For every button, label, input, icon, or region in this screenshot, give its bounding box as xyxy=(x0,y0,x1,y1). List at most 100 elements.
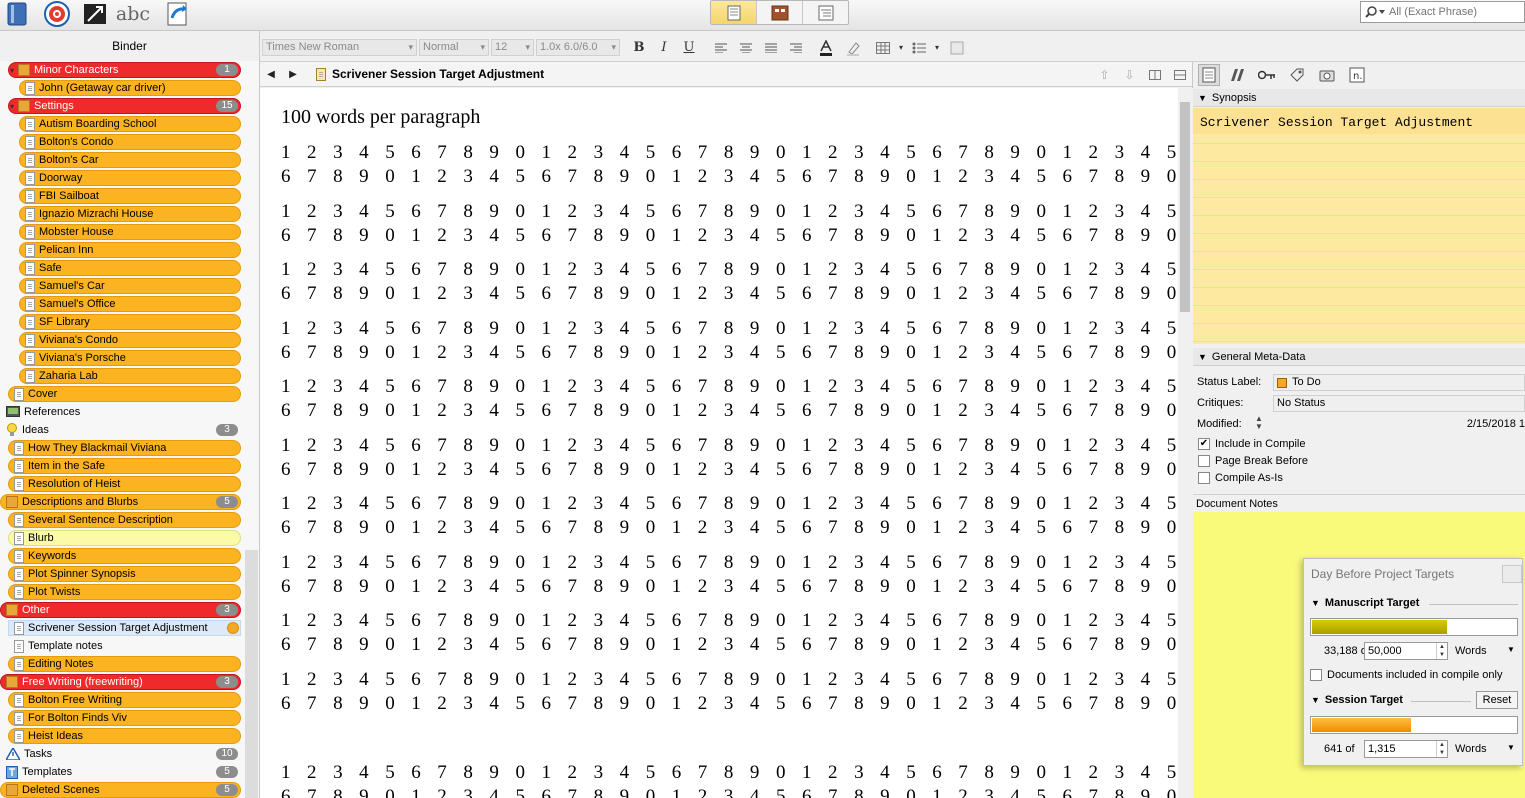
list-icon[interactable] xyxy=(910,39,928,56)
align-right-icon[interactable] xyxy=(787,39,805,56)
binder-item[interactable]: John (Getaway car driver) xyxy=(19,79,241,97)
binder-item[interactable]: Heist Ideas xyxy=(8,727,241,745)
search-field[interactable] xyxy=(1360,1,1525,23)
comment-icon[interactable] xyxy=(948,39,966,56)
compose-mode-icon[interactable] xyxy=(80,0,110,28)
checkbox-box[interactable] xyxy=(1198,455,1210,467)
search-input[interactable] xyxy=(1389,6,1514,18)
table-icon[interactable] xyxy=(874,39,892,56)
keywords-tab-icon[interactable] xyxy=(1256,64,1278,86)
scrivenings-view-button[interactable] xyxy=(711,1,757,24)
compile-only-checkbox[interactable]: Documents included in compile only xyxy=(1310,669,1502,681)
comments-tab-icon[interactable]: n. xyxy=(1346,64,1368,86)
manuscript-target-header[interactable]: ▼ Manuscript Target xyxy=(1311,597,1419,609)
binder-item[interactable]: Blurb xyxy=(8,529,241,547)
binder-item[interactable]: Plot Twists xyxy=(8,583,241,601)
session-goal-input[interactable]: 1,315 ▲ ▼ xyxy=(1364,740,1448,758)
binder-item[interactable]: Viviana's Porsche xyxy=(19,349,241,367)
collapse-triangle-icon[interactable]: ▼ xyxy=(1198,352,1207,362)
checkbox-box[interactable]: ✔ xyxy=(1198,438,1210,450)
checkbox-box[interactable] xyxy=(1310,669,1322,681)
chevron-down-icon[interactable]: ▼ xyxy=(1507,645,1515,654)
binder-item[interactable]: Item in the Safe xyxy=(8,457,241,475)
text-color-icon[interactable] xyxy=(817,39,835,56)
tag-tab-icon[interactable] xyxy=(1286,64,1308,86)
binder-item[interactable]: Keywords xyxy=(8,547,241,565)
collapse-triangle-icon[interactable]: ▼ xyxy=(1311,598,1320,608)
binder-item[interactable]: Descriptions and Blurbs 5 xyxy=(0,493,241,511)
split-vertical-icon[interactable] xyxy=(1142,69,1167,80)
binder-item[interactable]: Cover xyxy=(8,385,241,403)
split-horizontal-icon[interactable] xyxy=(1167,69,1192,80)
disclosure-triangle-icon[interactable]: ▾ xyxy=(8,66,16,75)
export-icon[interactable] xyxy=(160,0,194,28)
move-up-icon[interactable]: ⇧ xyxy=(1092,68,1117,82)
binder-scrollbar[interactable] xyxy=(245,550,258,798)
binder-item[interactable]: Bolton's Car xyxy=(19,151,241,169)
binder-item[interactable]: References xyxy=(0,403,241,421)
manuscript-goal-input[interactable]: 50,000 ▲ ▼ xyxy=(1364,642,1448,660)
binder-item[interactable]: Templates 5 xyxy=(0,763,241,781)
font-size-select[interactable]: 12 xyxy=(491,39,534,56)
binder-toggle-icon[interactable] xyxy=(2,0,32,28)
collapse-triangle-icon[interactable]: ▼ xyxy=(1198,93,1207,103)
binder-item[interactable]: Bolton's Condo xyxy=(19,133,241,151)
status-select[interactable]: To Do xyxy=(1273,374,1525,391)
binder-item[interactable]: For Bolton Finds Viv xyxy=(8,709,241,727)
references-tab-icon[interactable] xyxy=(1226,64,1248,86)
reset-button[interactable]: Reset xyxy=(1476,691,1518,709)
italic-button[interactable]: I xyxy=(655,39,673,56)
scrollbar-thumb[interactable] xyxy=(1180,102,1190,312)
binder-item[interactable]: Ideas 3 xyxy=(0,421,241,439)
forward-arrow-icon[interactable]: ▶ xyxy=(282,69,304,80)
search-icon[interactable] xyxy=(1361,5,1389,19)
binder-item[interactable]: Template notes xyxy=(8,637,241,655)
binder-item[interactable]: Plot Spinner Synopsis xyxy=(8,565,241,583)
binder-item[interactable]: Autism Boarding School xyxy=(19,115,241,133)
move-down-icon[interactable]: ⇩ xyxy=(1117,68,1142,82)
notes-tab-icon[interactable] xyxy=(1198,64,1220,86)
stepper-icon[interactable]: ▲ ▼ xyxy=(1436,741,1447,757)
critiques-select[interactable]: No Status xyxy=(1273,395,1525,412)
font-family-select[interactable]: Times New Roman xyxy=(262,39,417,56)
binder-item[interactable]: Bolton Free Writing xyxy=(8,691,241,709)
binder-item[interactable]: Resolution of Heist xyxy=(8,475,241,493)
binder-item[interactable]: ▾ Minor Characters 1 xyxy=(8,61,241,79)
spellcheck-icon[interactable]: abc xyxy=(115,0,151,28)
align-left-icon[interactable] xyxy=(712,39,730,56)
binder-item[interactable]: Viviana's Condo xyxy=(19,331,241,349)
chevron-down-icon[interactable]: ▼ xyxy=(1507,743,1515,752)
session-target-header[interactable]: ▼ Session Target xyxy=(1311,694,1403,706)
meta-data-header[interactable]: ▼ General Meta-Data xyxy=(1193,348,1525,366)
binder-item[interactable]: SF Library xyxy=(19,313,241,331)
corkboard-view-button[interactable] xyxy=(757,1,803,24)
snapshots-tab-icon[interactable] xyxy=(1316,64,1338,86)
include-in-compile-checkbox[interactable]: ✔ Include in Compile xyxy=(1198,438,1306,450)
binder-item[interactable]: Scrivener Session Target Adjustment xyxy=(8,619,241,637)
binder-item[interactable]: Ignazio Mizrachi House xyxy=(19,205,241,223)
align-center-icon[interactable] xyxy=(737,39,755,56)
binder-item[interactable]: Doorway xyxy=(19,169,241,187)
binder-item[interactable]: Samuel's Car xyxy=(19,277,241,295)
stepper-icon[interactable]: ▲ ▼ xyxy=(1436,643,1447,659)
modified-sort-icon[interactable]: ▲ ▼ xyxy=(1255,415,1263,431)
binder-item[interactable]: Pelican Inn xyxy=(19,241,241,259)
underline-button[interactable]: U xyxy=(680,39,698,56)
disclosure-triangle-icon[interactable]: ▾ xyxy=(8,102,16,111)
paragraph-style-select[interactable]: Normal xyxy=(419,39,489,56)
table-dropdown-icon[interactable]: ▾ xyxy=(892,39,910,56)
outliner-view-button[interactable] xyxy=(803,1,848,24)
align-justify-icon[interactable] xyxy=(762,39,780,56)
list-dropdown-icon[interactable]: ▾ xyxy=(928,39,946,56)
target-icon[interactable] xyxy=(40,0,74,28)
binder-item[interactable]: Safe xyxy=(19,259,241,277)
binder-item[interactable]: Deleted Scenes 5 xyxy=(0,781,241,798)
editor-text-area[interactable]: 100 words per paragraph 1 2 3 4 5 6 7 8 … xyxy=(260,88,1178,798)
checkbox-box[interactable] xyxy=(1198,472,1210,484)
binder-item[interactable]: FBI Sailboat xyxy=(19,187,241,205)
binder-item[interactable]: Editing Notes xyxy=(8,655,241,673)
editor-scrollbar[interactable] xyxy=(1178,88,1192,798)
collapse-triangle-icon[interactable]: ▼ xyxy=(1311,695,1320,705)
binder-item[interactable]: Mobster House xyxy=(19,223,241,241)
synopsis-card[interactable]: Scrivener Session Target Adjustment xyxy=(1193,108,1525,344)
